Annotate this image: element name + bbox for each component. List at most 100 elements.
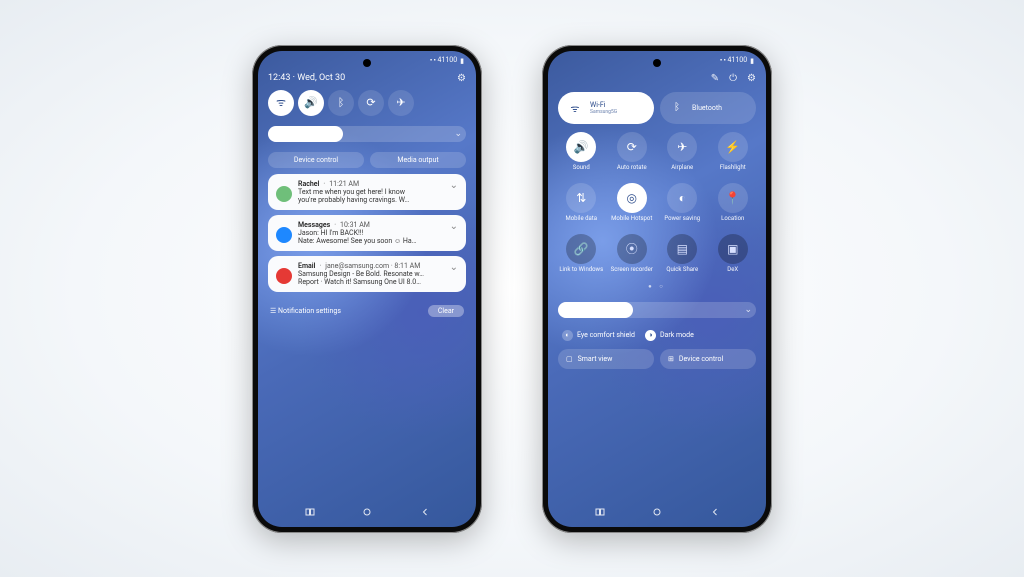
tile-label: Auto rotate: [617, 165, 647, 177]
notification-line: Samsung Design - Be Bold. Resonate w…: [298, 270, 444, 278]
tile-label: Quick Share: [666, 267, 698, 279]
qs-tile-location[interactable]: 📍 Location: [710, 183, 757, 228]
location-icon: 📍: [718, 183, 748, 213]
hotspot-icon: ◎: [617, 183, 647, 213]
recents-icon[interactable]: [594, 506, 606, 521]
wifi-tile[interactable]: ᯤ Wi-Fi Samsung5G: [558, 92, 654, 124]
qs-tile-quick-share[interactable]: ▤ Quick Share: [659, 234, 706, 279]
home-icon[interactable]: [651, 506, 663, 521]
status-right: ⬝ ⬝ 41100: [430, 56, 457, 65]
back-icon[interactable]: [709, 506, 721, 521]
phone-left: ⬝ ⬝ 41100 ▮ 12:43 · Wed, Oct 30 ⚙ ᯤ🔊ᛒ⟳✈ …: [252, 45, 482, 533]
wifi-sub: Samsung5G: [590, 109, 617, 115]
rotate-icon: ⟳: [617, 132, 647, 162]
tile-label: Airplane: [671, 165, 693, 177]
tile-label: DeX: [727, 267, 738, 279]
camera-cutout: [363, 59, 371, 67]
tile-label: Screen recorder: [611, 267, 653, 279]
moon-icon: ◑: [645, 330, 656, 341]
flashlight-icon: ⚡: [718, 132, 748, 162]
notification-settings-link[interactable]: ☰ Notification settings: [270, 307, 341, 315]
notification-line: Text me when you get here! I know: [298, 188, 444, 196]
media-output-button[interactable]: Media output: [370, 152, 466, 168]
notification-card[interactable]: Rachel·11:21 AM Text me when you get her…: [268, 174, 466, 210]
nav-bar: [258, 506, 476, 521]
screen-right: ⬝ ⬝ 41100 ▮ ✎ ⏻ ⚙ ᯤ Wi-Fi Samsung5G ᛒ: [548, 51, 766, 527]
airplane-icon[interactable]: ✈: [388, 90, 414, 116]
bluetooth-tile[interactable]: ᛒ Bluetooth: [660, 92, 756, 124]
bluetooth-icon[interactable]: ᛒ: [328, 90, 354, 116]
wifi-label: Wi-Fi: [590, 101, 617, 109]
quick-settings-panel: ✎ ⏻ ⚙ ᯤ Wi-Fi Samsung5G ᛒ Bluetooth 🔊: [558, 73, 756, 369]
rotate-icon[interactable]: ⟳: [358, 90, 384, 116]
tile-label: Mobile Hotspot: [611, 216, 652, 228]
qs-tile-screen-recorder[interactable]: ⦿ Screen recorder: [609, 234, 656, 279]
link-icon: 🔗: [566, 234, 596, 264]
qs-tile-power-saving[interactable]: ◐ Power saving: [659, 183, 706, 228]
qs-tile-flashlight[interactable]: ⚡ Flashlight: [710, 132, 757, 177]
quick-settings-grid: 🔊 Sound⟳ Auto rotate✈ Airplane⚡ Flashlig…: [558, 132, 756, 279]
notification-line: you're probably having cravings. W…: [298, 196, 444, 204]
notification-panel: 12:43 · Wed, Oct 30 ⚙ ᯤ🔊ᛒ⟳✈ ⌄ Device con…: [268, 73, 466, 317]
date: Wed, Oct 30: [297, 73, 345, 83]
dark-mode-toggle[interactable]: ◑ Dark mode: [645, 330, 694, 341]
volume-icon[interactable]: 🔊: [298, 90, 324, 116]
eye-comfort-toggle[interactable]: ◐ Eye comfort shield: [562, 330, 635, 341]
settings-icon[interactable]: ⚙: [457, 73, 466, 84]
smart-view-button[interactable]: ▢ Smart view: [558, 349, 654, 369]
chevron-down-icon[interactable]: ⌄: [450, 221, 458, 245]
bluetooth-label: Bluetooth: [692, 104, 722, 112]
battery-icon: ▮: [460, 57, 464, 65]
sound-icon: 🔊: [566, 132, 596, 162]
nav-bar: [548, 506, 766, 521]
edit-icon[interactable]: ✎: [711, 73, 719, 84]
tile-label: Link to Windows: [559, 267, 603, 279]
camera-cutout: [653, 59, 661, 67]
status-right: ⬝ ⬝ 41100: [720, 56, 747, 65]
quick-settings-row: ᯤ🔊ᛒ⟳✈: [268, 90, 466, 116]
notification-card[interactable]: Messages·10:31 AM Jason: HI I'm BACK!!!N…: [268, 215, 466, 251]
tile-label: Sound: [573, 165, 590, 177]
brightness-slider[interactable]: ⌄: [558, 302, 756, 318]
wifi-icon[interactable]: ᯤ: [268, 90, 294, 116]
chevron-down-icon[interactable]: ⌄: [450, 262, 458, 286]
notification-line: Jason: HI I'm BACK!!!: [298, 229, 444, 237]
qs-tile-auto-rotate[interactable]: ⟳ Auto rotate: [609, 132, 656, 177]
avatar: [276, 268, 292, 284]
qs-tile-sound[interactable]: 🔊 Sound: [558, 132, 605, 177]
notification-line: Report · Watch it! Samsung One UI 8.0…: [298, 278, 444, 286]
eye-icon: ◐: [562, 330, 573, 341]
notification-card[interactable]: Email·jane@samsung.com · 8:11 AM Samsung…: [268, 256, 466, 292]
cast-icon: ▢: [566, 355, 573, 363]
wifi-icon: ᯤ: [566, 99, 584, 117]
device-control-button[interactable]: Device control: [268, 152, 364, 168]
avatar: [276, 227, 292, 243]
chevron-down-icon[interactable]: ⌄: [744, 305, 752, 315]
qs-tile-link-to-windows[interactable]: 🔗 Link to Windows: [558, 234, 605, 279]
tile-label: Power saving: [664, 216, 700, 228]
back-icon[interactable]: [419, 506, 431, 521]
device-control-button[interactable]: ⊞ Device control: [660, 349, 756, 369]
brightness-slider[interactable]: ⌄: [268, 126, 466, 142]
notification-line: Nate: Awesome! See you soon ☺ Ha…: [298, 237, 444, 245]
tile-label: Flashlight: [720, 165, 746, 177]
power-icon[interactable]: ⏻: [729, 73, 737, 84]
settings-icon[interactable]: ⚙: [747, 73, 756, 84]
qs-tile-mobile-hotspot[interactable]: ◎ Mobile Hotspot: [609, 183, 656, 228]
avatar: [276, 186, 292, 202]
tile-label: Location: [721, 216, 744, 228]
power-icon: ◐: [667, 183, 697, 213]
phone-right: ⬝ ⬝ 41100 ▮ ✎ ⏻ ⚙ ᯤ Wi-Fi Samsung5G ᛒ: [542, 45, 772, 533]
qs-tile-airplane[interactable]: ✈ Airplane: [659, 132, 706, 177]
qs-tile-dex[interactable]: ▣ DeX: [710, 234, 757, 279]
chevron-down-icon[interactable]: ⌄: [454, 129, 462, 139]
page-dots: ● ○: [558, 283, 756, 290]
dex-icon: ▣: [718, 234, 748, 264]
mobile-data-icon: ⇅: [566, 183, 596, 213]
chevron-down-icon[interactable]: ⌄: [450, 180, 458, 204]
qs-icon: ▤: [667, 234, 697, 264]
home-icon[interactable]: [361, 506, 373, 521]
qs-tile-mobile-data[interactable]: ⇅ Mobile data: [558, 183, 605, 228]
recents-icon[interactable]: [304, 506, 316, 521]
clear-button[interactable]: Clear: [428, 305, 464, 317]
